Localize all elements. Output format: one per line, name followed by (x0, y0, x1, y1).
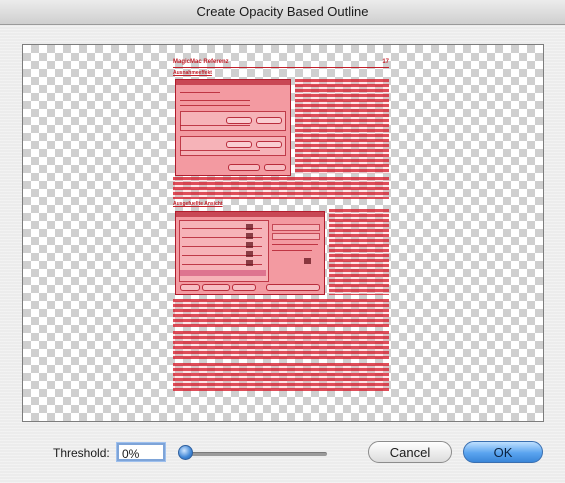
section-heading-1: Ausnahmeeffekt (173, 70, 212, 76)
embedded-button (232, 284, 256, 291)
embedded-titlebar (176, 80, 290, 85)
embedded-screenshot-table (175, 211, 325, 295)
file-icon (246, 224, 253, 230)
embedded-text-line (272, 250, 312, 251)
embedded-field (272, 233, 320, 240)
embedded-button (202, 284, 230, 291)
section-heading-2: Ausgefuellte Ansicht (173, 201, 223, 207)
threshold-slider-track[interactable] (185, 452, 327, 456)
ok-button[interactable]: OK (463, 441, 543, 463)
embedded-button (266, 284, 320, 291)
outline-preview: MagicMac Referenz 17 Ausnahmeeffekt Ausg… (22, 44, 544, 422)
embedded-button (180, 284, 200, 291)
document-icon (304, 258, 311, 264)
embedded-titlebar (176, 212, 324, 217)
file-icon (246, 260, 253, 266)
file-icon (246, 233, 253, 239)
body-text-paragraph-3 (173, 331, 389, 359)
embedded-button (264, 164, 286, 171)
embedded-button (256, 117, 282, 124)
embedded-button (226, 117, 252, 124)
embedded-text-line (180, 125, 250, 126)
threshold-label: Threshold: (53, 446, 110, 460)
embedded-selected-row (180, 270, 266, 276)
body-text-paragraph-2 (173, 299, 389, 327)
embedded-text-line (180, 150, 260, 151)
embedded-text-line (272, 244, 318, 245)
embedded-button (256, 141, 282, 148)
page-header-title: MagicMac Referenz (173, 59, 229, 65)
file-icon (246, 242, 253, 248)
header-rule (173, 67, 389, 68)
embedded-text-line (180, 92, 220, 93)
body-text-paragraph-4 (173, 363, 389, 391)
embedded-screenshot-dialog (175, 79, 291, 176)
file-icon (246, 251, 253, 257)
threshold-field[interactable]: 0% (117, 443, 165, 461)
page-number: 17 (382, 59, 389, 65)
embedded-text-line (180, 105, 250, 106)
cancel-button[interactable]: Cancel (368, 441, 452, 463)
embedded-button (228, 164, 260, 171)
body-text-column-right (295, 79, 389, 174)
page-header: MagicMac Referenz 17 (173, 59, 389, 67)
embedded-button (226, 141, 252, 148)
embedded-field (272, 224, 320, 231)
window-title: Create Opacity Based Outline (196, 4, 369, 19)
circle-knob-icon[interactable] (177, 445, 193, 460)
window-titlebar: Create Opacity Based Outline (0, 0, 565, 25)
body-text-paragraph (173, 177, 389, 199)
embedded-text-line (180, 100, 250, 101)
document-page-preview: MagicMac Referenz 17 Ausnahmeeffekt Ausg… (173, 59, 389, 411)
body-text-column-right-2 (329, 209, 389, 295)
